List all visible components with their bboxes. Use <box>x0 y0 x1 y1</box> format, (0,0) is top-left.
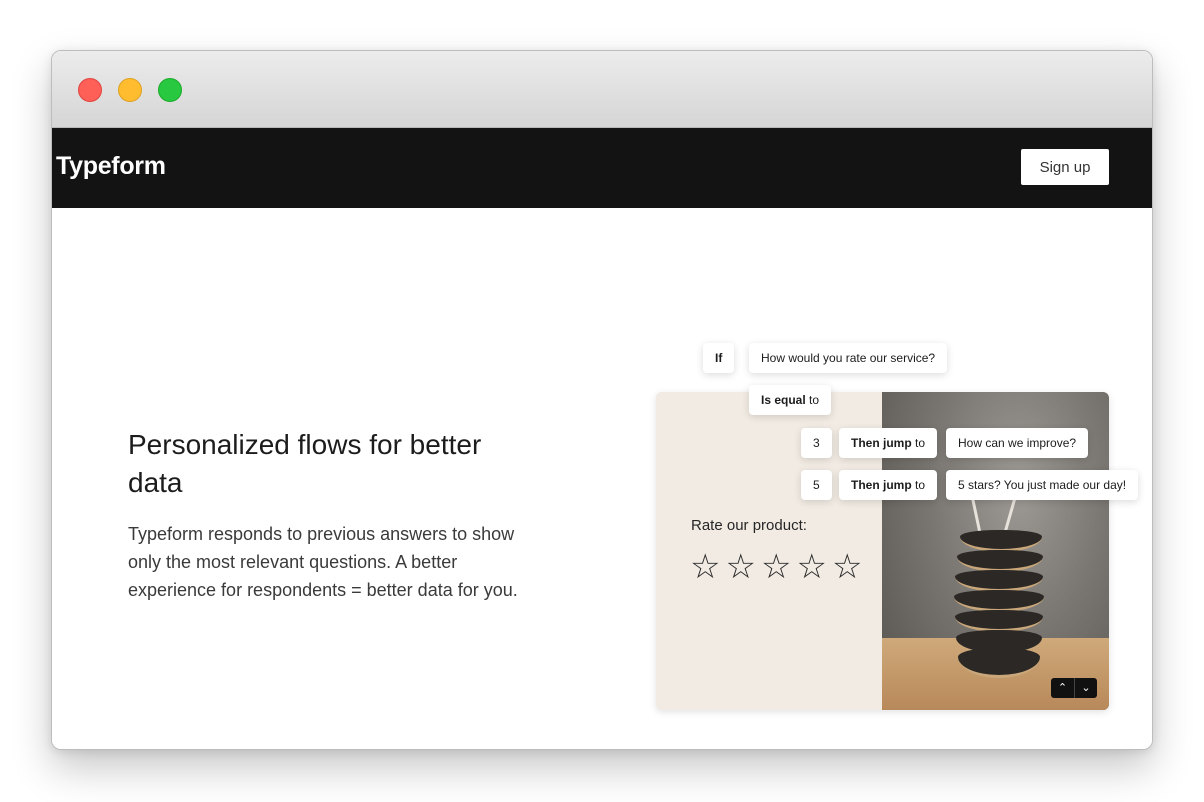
rate-product-label: Rate our product: <box>691 517 807 534</box>
star-icon[interactable]: ☆ <box>725 550 755 584</box>
zoom-window-button[interactable] <box>158 78 182 102</box>
rule-target-chip: 5 stars? You just made our day! <box>946 470 1139 500</box>
close-window-button[interactable] <box>78 78 102 102</box>
then-jump-label: Then jump <box>851 436 912 450</box>
star-icon[interactable]: ☆ <box>761 550 791 584</box>
bowl-shape <box>957 550 1043 572</box>
logic-question: How would you rate our service? <box>761 351 936 365</box>
rule-target-chip: How can we improve? <box>946 428 1089 458</box>
star-icon[interactable]: ☆ <box>832 550 862 584</box>
rule-action-chip: Then jump to <box>839 470 938 500</box>
rule-value: 3 <box>813 436 820 450</box>
window-titlebar <box>52 51 1152 128</box>
rule-value-chip: 3 <box>801 428 832 458</box>
rule-target: 5 stars? You just made our day! <box>958 478 1127 492</box>
rule-value-chip: 5 <box>801 470 832 500</box>
logic-question-chip: How would you rate our service? <box>749 343 948 373</box>
rule-target: How can we improve? <box>958 436 1077 450</box>
browser-window: Typeform Sign up Personalized flows for … <box>51 50 1153 750</box>
chevron-down-icon[interactable]: ⌄ <box>1074 678 1097 698</box>
chevron-up-icon[interactable]: ⌃ <box>1051 678 1074 698</box>
star-rating[interactable]: ☆ ☆ ☆ ☆ ☆ <box>690 550 862 584</box>
hero-heading: Personalized flows for better data <box>128 429 482 498</box>
bowl-shape <box>955 610 1043 632</box>
rule-action-chip: Then jump to <box>839 428 938 458</box>
signup-button[interactable]: Sign up <box>1021 149 1109 185</box>
star-icon[interactable]: ☆ <box>690 550 720 584</box>
typeform-logo[interactable]: Typeform <box>56 152 166 181</box>
is-equal-suffix: to <box>805 393 820 407</box>
is-equal-label: Is equal <box>761 393 806 407</box>
minimize-window-button[interactable] <box>118 78 142 102</box>
then-jump-suffix: to <box>911 478 926 492</box>
bowl-shape <box>955 570 1043 592</box>
question-navigation: ⌃ ⌄ <box>1051 678 1097 698</box>
site-navbar: Typeform Sign up <box>52 128 1152 208</box>
then-jump-suffix: to <box>911 436 926 450</box>
bowl-shape <box>960 530 1042 552</box>
hero-body-text: Typeform responds to previous answers to… <box>128 524 518 600</box>
rule-value: 5 <box>813 478 820 492</box>
logic-condition-chip: Is equal to <box>749 385 832 415</box>
bowl-shape <box>954 590 1044 612</box>
hero-section: Personalized flows for better data Typef… <box>52 208 1152 749</box>
star-icon[interactable]: ☆ <box>796 550 826 584</box>
then-jump-label: Then jump <box>851 478 912 492</box>
if-label: If <box>715 351 723 365</box>
logic-if-chip: If <box>703 343 735 373</box>
